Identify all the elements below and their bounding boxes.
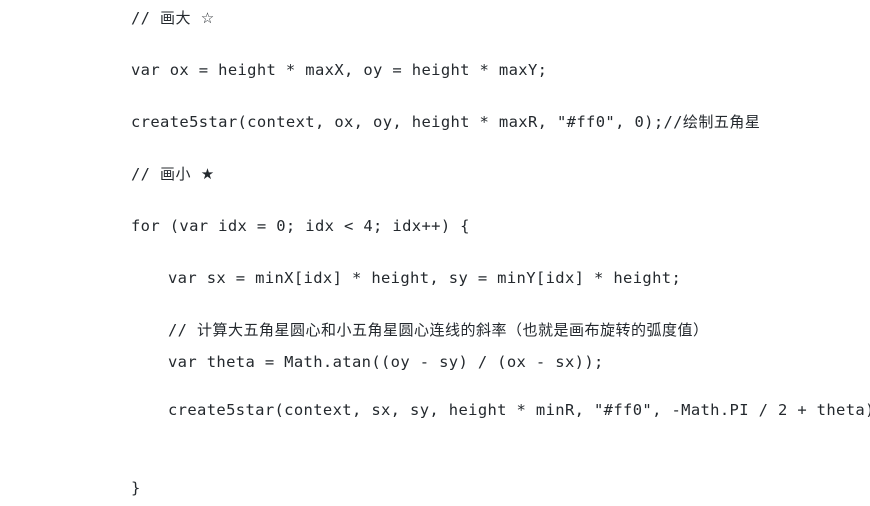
for-loop-header: for (var idx = 0; idx < 4; idx++) { [131, 217, 470, 235]
cjk-text-run: ☆ [200, 9, 215, 27]
comment-draw-small-star: // 画小 ★ [131, 165, 215, 183]
cjk-text-run: 画大 [160, 9, 192, 27]
var-ox-oy-declaration: var ox = height * maxX, oy = height * ma… [131, 61, 548, 79]
for-loop-closing-brace: } [131, 479, 141, 497]
create5star-big-call: create5star(context, ox, oy, height * ma… [131, 113, 761, 131]
var-theta-declaration: var theta = Math.atan((oy - sy) / (ox - … [168, 353, 604, 371]
code-snippet-block: // 画大 ☆ var ox = height * maxX, oy = heig… [0, 0, 870, 506]
var-sx-sy-declaration: var sx = minX[idx] * height, sy = minY[i… [168, 269, 682, 287]
comment-slope-calculation: // 计算大五角星圆心和小五角星圆心连线的斜率（也就是画布旋转的弧度值） [168, 321, 709, 339]
cjk-text-run: 画小 [160, 165, 192, 183]
cjk-text-run: 计算大五角星圆心和小五角星圆心连线的斜率（也就是画布旋转的弧度值） [197, 321, 709, 339]
cjk-text-run: ★ [200, 165, 215, 183]
create5star-small-call: create5star(context, sx, sy, height * mi… [168, 401, 870, 419]
cjk-text-run: 绘制五角星 [682, 113, 761, 131]
comment-draw-big-star: // 画大 ☆ [131, 9, 215, 27]
